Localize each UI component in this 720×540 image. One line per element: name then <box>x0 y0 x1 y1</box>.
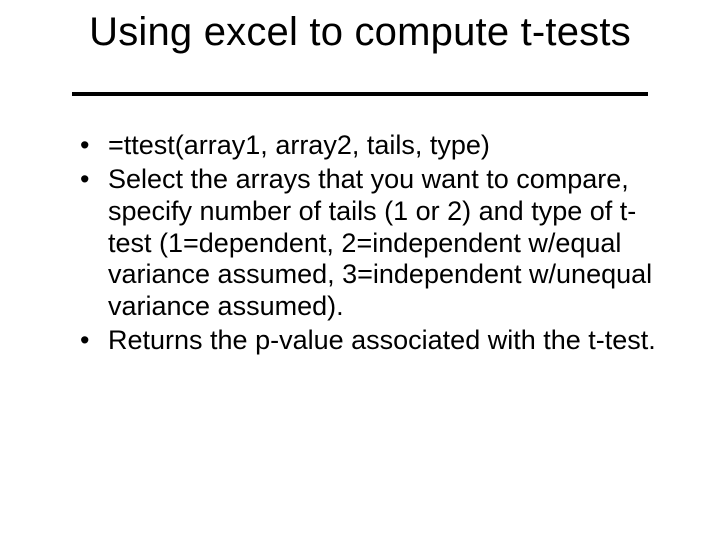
slide: Using excel to compute t-tests =ttest(ar… <box>0 0 720 540</box>
bullet-list: =ttest(array1, array2, tails, type) Sele… <box>80 130 660 357</box>
title-area: Using excel to compute t-tests <box>0 10 720 54</box>
bullet-item: Returns the p-value associated with the … <box>80 325 660 357</box>
slide-title: Using excel to compute t-tests <box>89 10 631 54</box>
bullet-item: Select the arrays that you want to compa… <box>80 164 660 323</box>
bullet-item: =ttest(array1, array2, tails, type) <box>80 130 660 162</box>
title-underline <box>72 92 648 96</box>
body-area: =ttest(array1, array2, tails, type) Sele… <box>80 130 660 359</box>
